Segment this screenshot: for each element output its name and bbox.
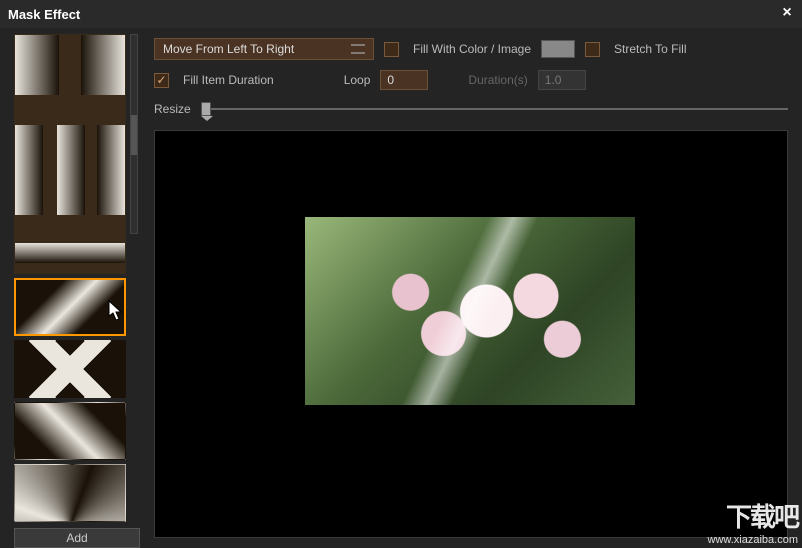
content-panel: Move From Left To Right Fill With Color … [148,28,802,548]
duration-label: Duration(s) [468,73,527,87]
preset-list [14,34,126,522]
preset-thumb[interactable] [14,34,126,274]
fill-color-swatch[interactable] [541,40,575,58]
movement-selected: Move From Left To Right [163,42,294,56]
resize-slider[interactable] [201,100,788,118]
resize-label: Resize [154,102,191,116]
loop-label: Loop [344,73,371,87]
slider-track [201,108,788,110]
add-button[interactable]: Add [14,528,140,548]
preset-scrollbar[interactable] [130,34,138,234]
fill-item-duration-checkbox[interactable] [154,73,169,88]
preset-thumb[interactable] [14,402,126,460]
mask-presets-sidebar: Add [0,28,148,548]
options-row-1: Move From Left To Right Fill With Color … [154,38,788,60]
slider-handle[interactable] [201,102,211,116]
titlebar: Mask Effect × [0,0,802,28]
preset-thumb[interactable] [14,464,126,522]
loop-input[interactable] [380,70,428,90]
fill-with-color-checkbox[interactable] [384,42,399,57]
preset-thumb[interactable] [14,278,126,336]
duration-input [538,70,586,90]
fill-item-duration-label: Fill Item Duration [183,73,274,87]
window-title: Mask Effect [8,7,80,22]
stretch-to-fill-checkbox[interactable] [585,42,600,57]
main-area: Add Move From Left To Right Fill With Co… [0,28,802,548]
stretch-to-fill-label: Stretch To Fill [614,42,686,56]
preview-area [154,130,788,538]
cursor-icon [108,300,124,322]
movement-dropdown[interactable]: Move From Left To Right [154,38,374,60]
scrollbar-thumb[interactable] [131,115,137,155]
options-row-2: Fill Item Duration Loop Duration(s) [154,70,788,90]
resize-row: Resize [154,100,788,118]
dropdown-arrow-icon [351,44,365,54]
close-icon[interactable]: × [778,4,796,22]
fill-with-color-label: Fill With Color / Image [413,42,531,56]
preset-thumb[interactable] [14,340,126,398]
preview-image [305,217,635,405]
preset-scroll-area [14,34,138,522]
